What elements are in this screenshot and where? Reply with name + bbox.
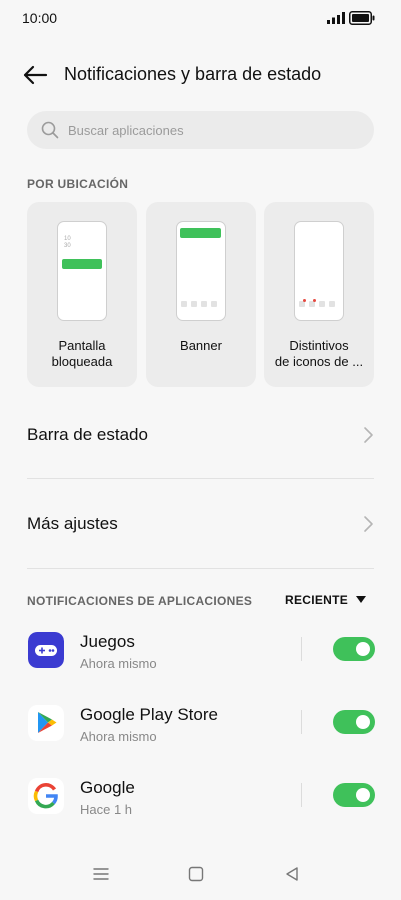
caret-down-icon[interactable] — [356, 596, 366, 604]
games-icon — [28, 632, 64, 668]
card-label: Pantalla bloqueada — [51, 338, 113, 369]
search-input[interactable] — [68, 111, 358, 149]
chevron-right-icon — [364, 516, 373, 532]
icon-badges-preview — [294, 221, 344, 321]
google-icon — [28, 778, 64, 814]
toggle-knob — [356, 642, 370, 656]
section-label-app-notifications: NOTIFICACIONES DE APLICACIONES — [27, 594, 253, 608]
preview-app-icon — [181, 301, 187, 307]
card-label: Distintivos de iconos de ... — [274, 338, 364, 369]
preview-app-icon — [211, 301, 217, 307]
app-name: Google Play Store — [80, 705, 218, 724]
preview-app-icon — [329, 301, 335, 307]
back-icon[interactable] — [283, 865, 301, 883]
row-label: Barra de estado — [27, 425, 148, 444]
preview-app-icon — [319, 301, 325, 307]
app-row-juegos[interactable]: Juegos Ahora mismo — [0, 632, 401, 692]
notification-toggle[interactable] — [333, 783, 375, 807]
banner-preview — [176, 221, 226, 321]
search-bar[interactable] — [27, 111, 374, 149]
menu-icon[interactable] — [92, 865, 110, 883]
play-store-icon — [28, 705, 64, 741]
toggle-knob — [356, 788, 370, 802]
home-icon[interactable] — [187, 865, 205, 883]
signal-icon — [327, 12, 345, 24]
location-card-banner[interactable]: Banner — [146, 202, 256, 387]
page-title: Notificaciones y barra de estado — [64, 64, 322, 84]
notification-preview-bar — [180, 228, 221, 238]
separator — [301, 783, 302, 807]
header: Notificaciones y barra de estado — [0, 56, 401, 96]
notification-toggle[interactable] — [333, 710, 375, 734]
search-icon — [41, 121, 59, 139]
navigation-bar — [0, 855, 401, 895]
preview-time: 10 30 — [64, 236, 71, 249]
separator — [301, 637, 302, 661]
preview-app-icon — [201, 301, 207, 307]
more-settings-row[interactable]: Más ajustes — [0, 496, 401, 552]
location-card-lock-screen[interactable]: 10 30 Pantalla bloqueada — [27, 202, 137, 387]
app-row-google[interactable]: Google Hace 1 h — [0, 778, 401, 838]
notification-toggle[interactable] — [333, 637, 375, 661]
app-name: Juegos — [80, 632, 135, 651]
badge-dot — [313, 299, 316, 302]
badge-dot — [303, 299, 306, 302]
status-bar: 10:00 — [0, 0, 401, 36]
status-time: 10:00 — [22, 10, 58, 26]
preview-app-icon — [191, 301, 197, 307]
status-bar-settings-row[interactable]: Barra de estado — [0, 407, 401, 463]
section-label-location: POR UBICACIÓN — [27, 177, 129, 191]
chevron-right-icon — [364, 427, 373, 443]
app-last-notification: Hace 1 h — [80, 802, 133, 817]
location-card-icon-badges[interactable]: Distintivos de iconos de ... — [264, 202, 374, 387]
app-last-notification: Ahora mismo — [80, 729, 157, 744]
app-name: Google — [80, 778, 135, 797]
toggle-knob — [356, 715, 370, 729]
sort-dropdown[interactable]: RECIENTE — [285, 593, 348, 607]
lock-screen-preview: 10 30 — [57, 221, 107, 321]
separator — [301, 710, 302, 734]
app-row-google-play-store[interactable]: Google Play Store Ahora mismo — [0, 705, 401, 765]
back-arrow-icon[interactable] — [22, 63, 48, 87]
divider — [27, 568, 374, 569]
divider — [27, 478, 374, 479]
row-label: Más ajustes — [27, 514, 118, 533]
battery-icon — [349, 11, 375, 25]
app-last-notification: Ahora mismo — [80, 656, 157, 671]
notification-preview-bar — [62, 259, 102, 269]
card-label: Banner — [180, 338, 222, 353]
